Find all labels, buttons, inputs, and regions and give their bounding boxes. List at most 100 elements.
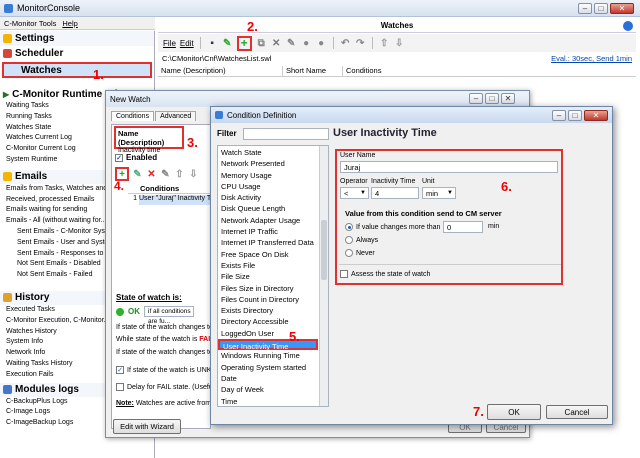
tool-icon[interactable]: ✎ — [160, 169, 171, 180]
unknown-checkbox[interactable]: ✓ If state of the watch is UNKN... — [116, 366, 222, 374]
condition-list-item[interactable]: Time — [218, 396, 318, 406]
inactivity-input[interactable]: 4 — [371, 187, 419, 199]
minimize-icon[interactable]: – — [578, 2, 592, 14]
scroll-thumb[interactable] — [321, 220, 327, 280]
edit-with-wizard-button[interactable]: Edit with Wizard — [113, 419, 181, 434]
condition-list-item[interactable]: Operating System started — [218, 362, 318, 373]
cancel-button[interactable]: Cancel — [546, 405, 608, 419]
condition-list-item[interactable]: CPU Usage — [218, 181, 318, 192]
col-conditions[interactable]: Conditions — [343, 66, 381, 76]
condition-list-item[interactable]: Windows Running Time — [218, 350, 318, 361]
watches-header: Name (Description) Short Name Conditions — [158, 66, 636, 77]
add-watch-button[interactable]: + — [236, 35, 252, 51]
down-icon[interactable]: ⇩ — [188, 169, 199, 180]
cd-minimize-icon[interactable]: – — [552, 109, 566, 121]
disable-icon[interactable]: ● — [316, 38, 327, 49]
chevron-down-icon: ▼ — [447, 190, 453, 196]
condition-list-item[interactable]: Network Presented — [218, 158, 318, 169]
main-toolbar: File Edit ▪ ✎ + ⧉ ✕ ✎ ● ● ↶ ↷ ⇧ ⇩ — [158, 34, 636, 52]
delete-condition-icon[interactable]: ✕ — [146, 169, 157, 180]
condition-list-item[interactable]: Watch State — [218, 147, 318, 158]
calendar-icon — [3, 49, 12, 58]
state-row: OK if all conditions are fu... — [116, 306, 194, 325]
col-name[interactable]: Name (Description) — [158, 66, 283, 76]
col-short[interactable]: Short Name — [283, 66, 343, 76]
tools-icon[interactable]: ✎ — [286, 38, 297, 49]
app-titlebar: MonitorConsole – □ ✕ — [0, 0, 640, 17]
radio-changes[interactable]: If value changes more than — [345, 223, 440, 231]
move-up-icon[interactable]: ⇧ — [379, 38, 390, 49]
copy-icon[interactable]: ⧉ — [256, 38, 267, 49]
cd-close-icon[interactable]: ✕ — [584, 109, 608, 121]
menu-help[interactable]: Help — [62, 19, 77, 28]
close-icon[interactable]: ✕ — [610, 2, 634, 14]
move-down-icon[interactable]: ⇩ — [394, 38, 405, 49]
ok-select[interactable]: if all conditions are fu... — [144, 306, 194, 325]
radio-never[interactable]: Never — [345, 249, 375, 257]
condition-list-item[interactable]: LoggedOn User — [218, 328, 318, 339]
history-icon — [3, 293, 12, 303]
delay-checkbox[interactable]: Delay for FAIL state. (Useful... — [116, 383, 220, 391]
change-threshold-input[interactable]: 0 — [443, 221, 483, 233]
save-icon[interactable]: ▪ — [207, 38, 218, 49]
condition-list-item[interactable]: Exists File — [218, 260, 318, 271]
undo-icon[interactable]: ↶ — [340, 38, 351, 49]
menu-file[interactable]: File — [163, 39, 176, 48]
condition-list-item[interactable]: Network Adapter Usage — [218, 215, 318, 226]
up-icon[interactable]: ⇧ — [174, 169, 185, 180]
eval-link[interactable]: Eval.: 30sec, Send 1min — [551, 54, 632, 63]
annotation-6: 6. — [501, 179, 512, 194]
condition-list[interactable]: Watch State Network Presented Memory Usage… — [217, 145, 329, 407]
text-while-fail: While state of the watch is FAIL — [116, 336, 215, 343]
condition-list-item[interactable]: Date — [218, 373, 318, 384]
new-watch-titlebar: New Watch — [106, 91, 529, 107]
condition-list-item[interactable]: Files Count in Directory — [218, 294, 318, 305]
ok-button[interactable]: OK — [487, 404, 541, 420]
maximize-icon[interactable]: □ — [594, 2, 608, 14]
cd-maximize-icon[interactable]: □ — [568, 109, 582, 121]
condition-list-item[interactable]: Free Space On Disk — [218, 249, 318, 260]
condition-list-item[interactable]: Disk Queue Length — [218, 203, 318, 214]
condition-list-item[interactable]: Directory Accessible — [218, 316, 318, 327]
username-input[interactable]: Juraj — [340, 161, 558, 173]
nw-minimize-icon[interactable]: – — [469, 93, 483, 104]
assess-checkbox[interactable]: Assess the state of watch — [340, 270, 430, 278]
tab-advanced[interactable]: Advanced — [155, 111, 197, 121]
redo-icon[interactable]: ↷ — [355, 38, 366, 49]
enable-icon[interactable]: ● — [301, 38, 312, 49]
condition-form: User Name Juraj Operator Inactivity Time… — [335, 149, 563, 285]
sidebar-watches[interactable]: Watches — [2, 62, 152, 78]
condition-list-item[interactable]: Memory Usage — [218, 170, 318, 181]
menu-tools[interactable]: C-Monitor Tools — [4, 19, 56, 28]
condition-list-item[interactable]: Day of Week — [218, 384, 318, 395]
filter-label: Filter — [217, 129, 237, 138]
condition-list-item[interactable]: User Inactivity Time — [218, 339, 318, 351]
condition-list-item[interactable]: Files Size in Directory — [218, 283, 318, 294]
edit-condition-icon[interactable]: ✎ — [132, 169, 143, 180]
condition-list-item[interactable]: File Size — [218, 271, 318, 282]
filter-input[interactable] — [243, 128, 329, 140]
condition-list-item[interactable]: Disk Activity — [218, 192, 318, 203]
nw-close-icon[interactable]: ✕ — [501, 93, 515, 104]
condition-list-item[interactable]: Internet IP Transferred Data — [218, 237, 318, 248]
unit-select[interactable]: min ▼ — [422, 187, 456, 199]
menu-edit[interactable]: Edit — [180, 39, 194, 48]
list-scrollbar[interactable] — [319, 146, 328, 406]
condition-list-item[interactable]: Internet IP Traffic — [218, 226, 318, 237]
condition-row[interactable]: 1 User "Juraj" Inactivity T... — [128, 195, 210, 205]
tab-conditions[interactable]: Conditions — [111, 111, 155, 121]
refresh-icon[interactable] — [623, 21, 633, 31]
condition-list-item[interactable]: Exists Directory — [218, 305, 318, 316]
conditions-toolbar: + ✎ ✕ ✎ ⇧ ⇩ — [115, 167, 199, 181]
sidebar-scheduler[interactable]: Scheduler — [0, 46, 154, 61]
sidebar-settings[interactable]: Settings — [0, 31, 154, 46]
nw-maximize-icon[interactable]: □ — [485, 93, 499, 104]
annotation-7: 7. — [473, 404, 484, 419]
enabled-checkbox[interactable]: ✓ Enabled — [115, 153, 157, 162]
delete-icon[interactable]: ✕ — [271, 38, 282, 49]
operator-select[interactable]: < ▼ — [340, 187, 369, 199]
app-title: MonitorConsole — [17, 3, 81, 13]
edit-icon[interactable]: ✎ — [222, 38, 233, 49]
radio-always[interactable]: Always — [345, 236, 378, 244]
send-title: Value from this condition send to CM ser… — [345, 209, 502, 218]
